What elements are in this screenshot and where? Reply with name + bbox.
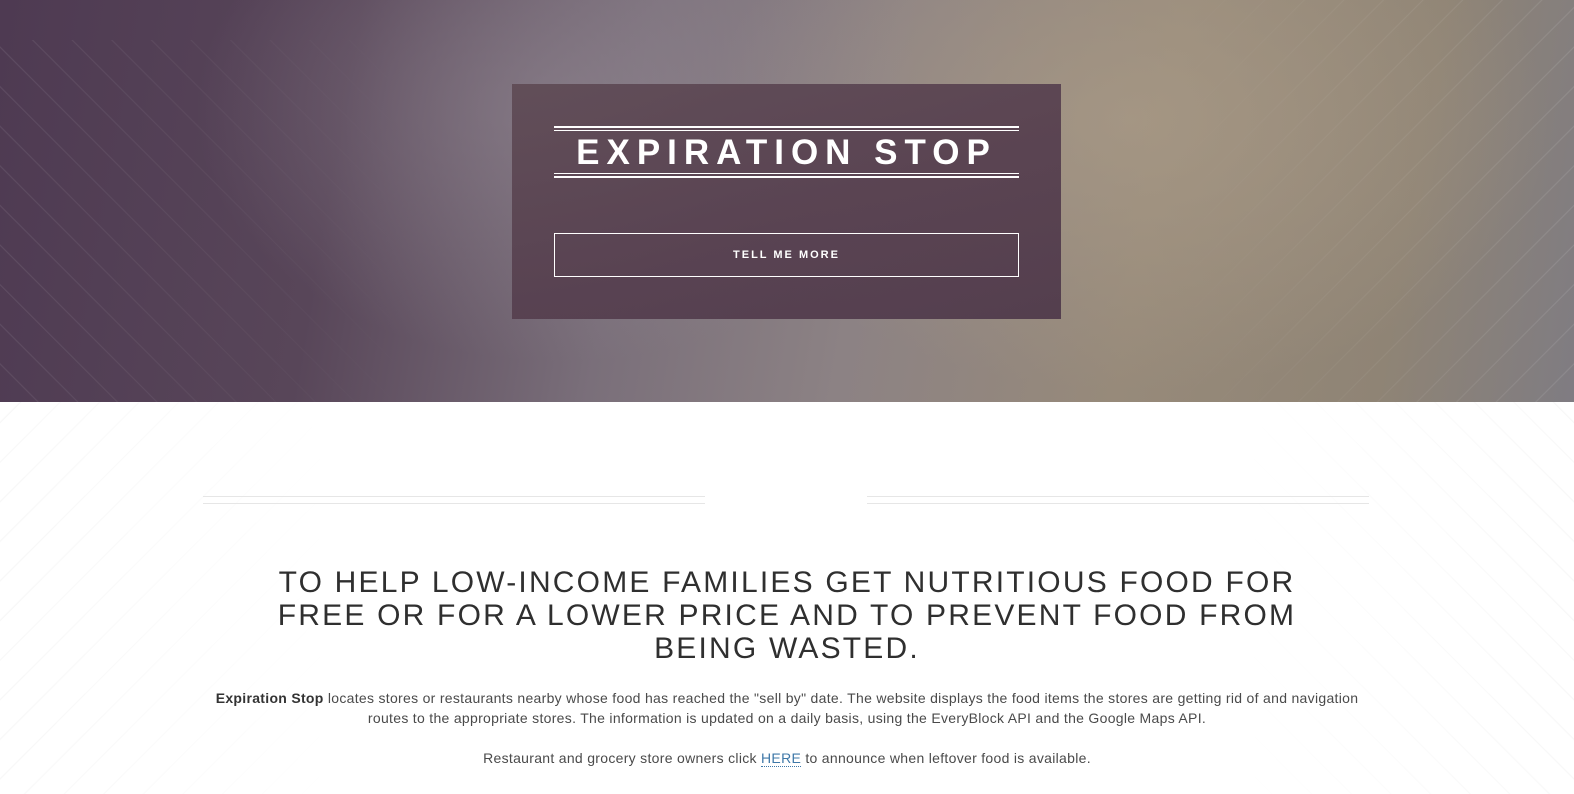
mission-heading: TO HELP LOW-INCOME FAMILIES GET NUTRITIO… <box>277 566 1297 665</box>
description-paragraph: Expiration Stop locates stores or restau… <box>200 688 1374 728</box>
hero-title-box: EXPIRATION STOP TELL ME MORE <box>512 84 1061 319</box>
owners-paragraph: Restaurant and grocery store owners clic… <box>200 748 1374 768</box>
title-rule-bottom <box>554 176 1019 178</box>
owners-text-prefix: Restaurant and grocery store owners clic… <box>483 750 762 766</box>
title-rule-top <box>554 126 1019 128</box>
hero-stripes-decoration <box>0 40 420 402</box>
hero-stripes-decoration <box>1154 0 1574 402</box>
hero-section: EXPIRATION STOP TELL ME MORE <box>0 0 1574 402</box>
section-divider-left <box>203 496 705 504</box>
tell-me-more-button[interactable]: TELL ME MORE <box>554 233 1019 277</box>
title-rule-bottom-thin <box>554 173 1019 174</box>
title-rule-top-thin <box>554 130 1019 131</box>
owners-text-suffix: to announce when leftover food is availa… <box>801 750 1091 766</box>
section-divider-right <box>867 496 1369 504</box>
description-text: locates stores or restaurants nearby who… <box>323 690 1359 726</box>
brand-name: Expiration Stop <box>215 690 324 706</box>
site-title: EXPIRATION STOP <box>576 133 997 172</box>
owners-here-link[interactable]: HERE <box>761 750 802 767</box>
about-section: TO HELP LOW-INCOME FAMILIES GET NUTRITIO… <box>0 402 1574 794</box>
